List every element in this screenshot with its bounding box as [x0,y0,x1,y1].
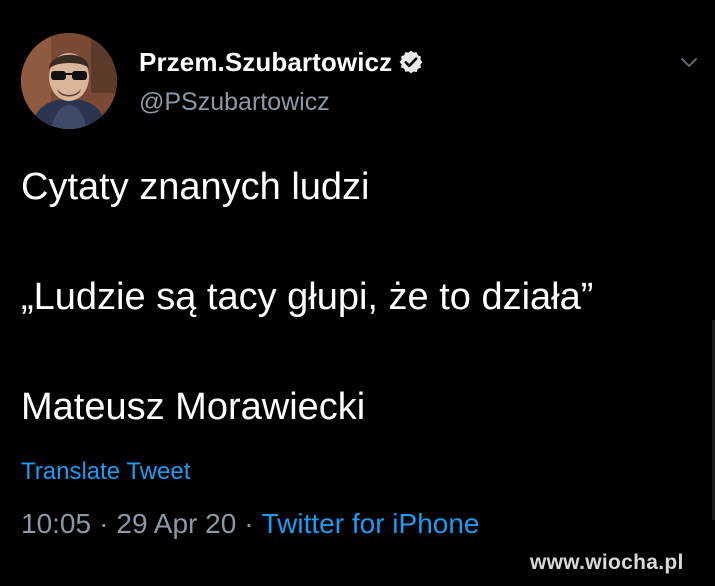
tweet-line: Mateusz Morawiecki [21,386,366,428]
user-avatar-photo-icon [21,33,117,129]
tweet-source-link[interactable]: Twitter for iPhone [262,508,480,540]
chevron-down-icon[interactable] [677,50,701,74]
tweet-line: Cytaty znanych ludzi [21,166,370,208]
author-handle[interactable]: @PSzubartowicz [139,88,330,117]
tweet-meta: 10:05 · 29 Apr 20 · Twitter for iPhone [21,508,479,540]
watermark: www.wiocha.pl [530,551,684,574]
author-display-name[interactable]: Przem.Szubartowicz [139,47,392,78]
translate-tweet-link[interactable]: Translate Tweet [21,458,190,486]
tweet-card: Przem.Szubartowicz @PSzubartowicz Cytaty… [0,0,715,586]
verified-badge-icon [398,49,424,75]
tweet-time[interactable]: 10:05 [21,508,91,540]
meta-separator: · [244,508,254,539]
tweet-date[interactable]: 29 Apr 20 [116,508,236,540]
meta-separator: · [99,508,109,539]
avatar[interactable] [21,33,117,129]
author-name-row[interactable]: Przem.Szubartowicz [139,44,424,80]
tweet-line: „Ludzie są tacy głupi, że to działa” [21,276,594,318]
